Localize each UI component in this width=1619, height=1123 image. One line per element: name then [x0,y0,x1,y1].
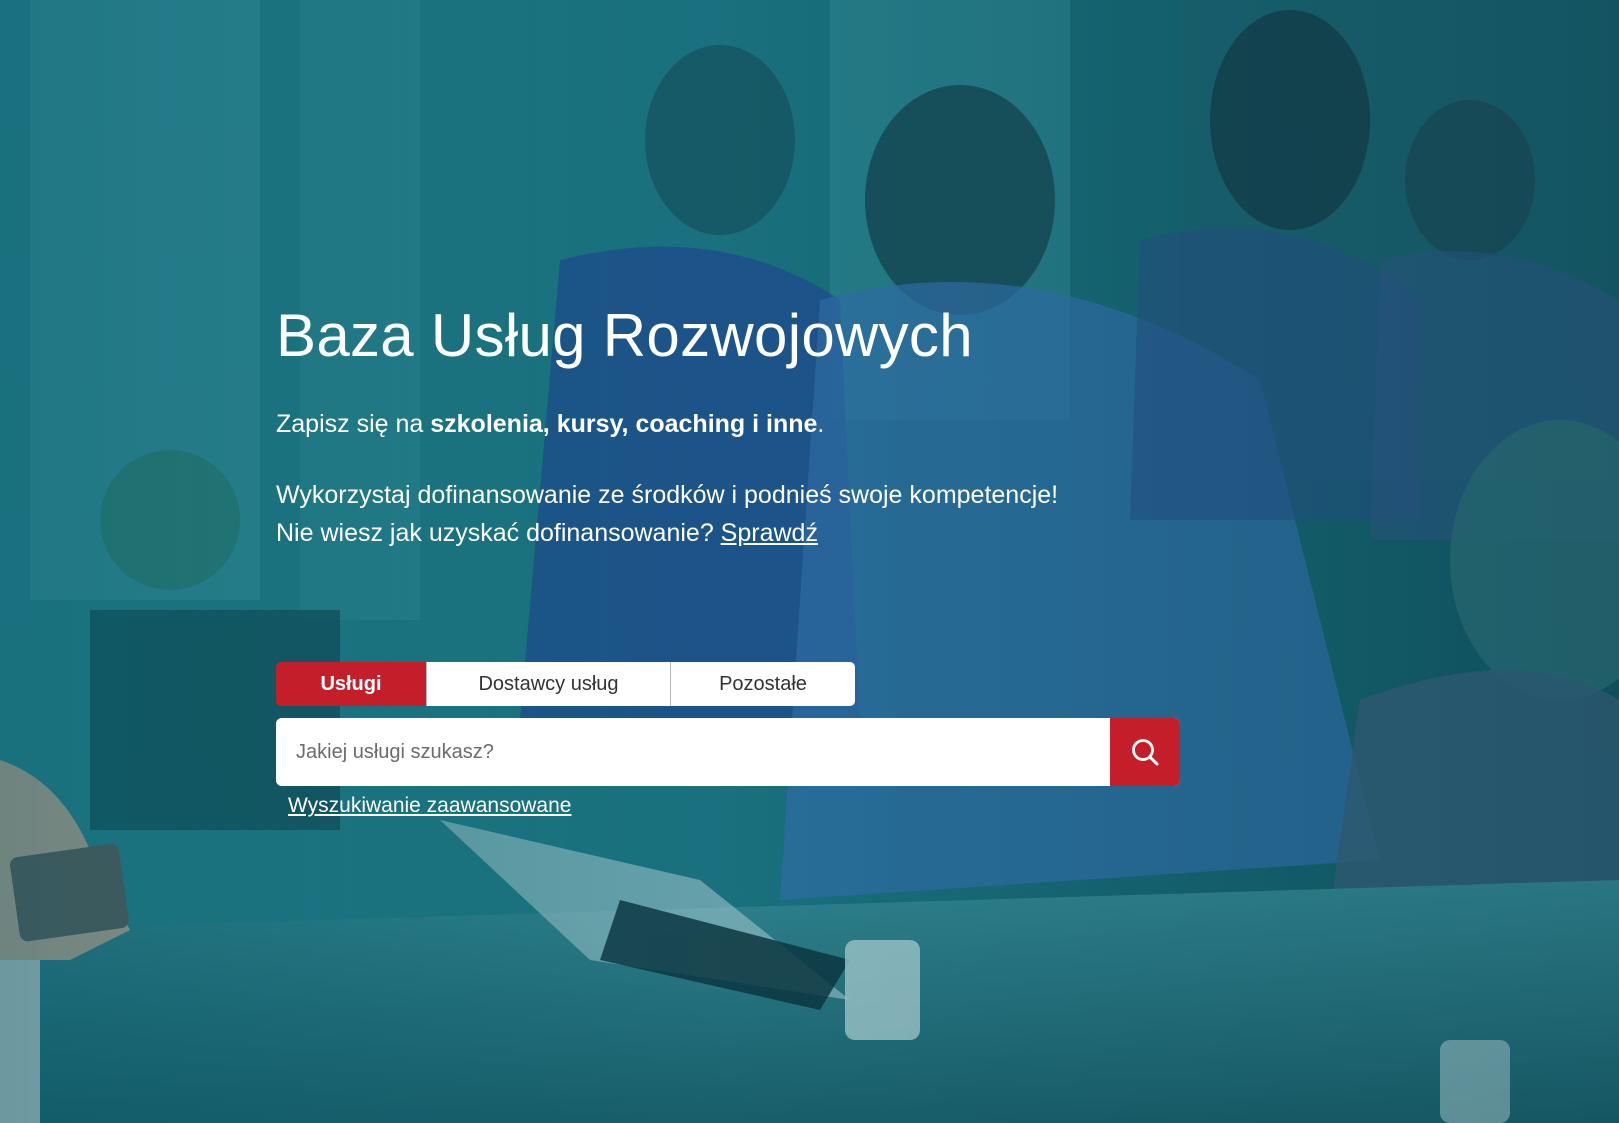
info-line-1: Wykorzystaj dofinansowanie ze środków i … [276,481,1059,509]
info-line-2: Nie wiesz jak uzyskać dofinansowanie? [276,519,721,547]
hero-section: Baza Usług Rozwojowych Zapisz się na szk… [0,0,1619,1123]
tab-uslugi[interactable]: Usługi [276,662,427,706]
search-tabs: Usługi Dostawcy usług Pozostałe [276,662,855,706]
teal-overlay [0,0,1619,1123]
hero-info: Wykorzystaj dofinansowanie ze środków i … [276,476,1176,552]
lead-suffix: . [817,410,825,438]
hero-lead: Zapisz się na szkolenia, kursy, coaching… [276,408,1176,440]
lead-prefix: Zapisz się na [276,410,431,438]
search-button[interactable] [1110,718,1180,786]
advanced-search-link[interactable]: Wyszukiwanie zaawansowane [288,794,571,818]
lead-bold: szkolenia, kursy, coaching i inne [430,410,818,438]
hero-content: Baza Usług Rozwojowych Zapisz się na szk… [276,300,1176,552]
check-link[interactable]: Sprawdź [721,519,818,547]
search-icon [1132,739,1159,766]
search-input[interactable] [276,718,1110,786]
tab-pozostale[interactable]: Pozostałe [671,662,855,706]
search-bar [276,718,1180,786]
tab-dostawcy-uslug[interactable]: Dostawcy usług [427,662,671,706]
page-title: Baza Usług Rozwojowych [276,302,973,369]
